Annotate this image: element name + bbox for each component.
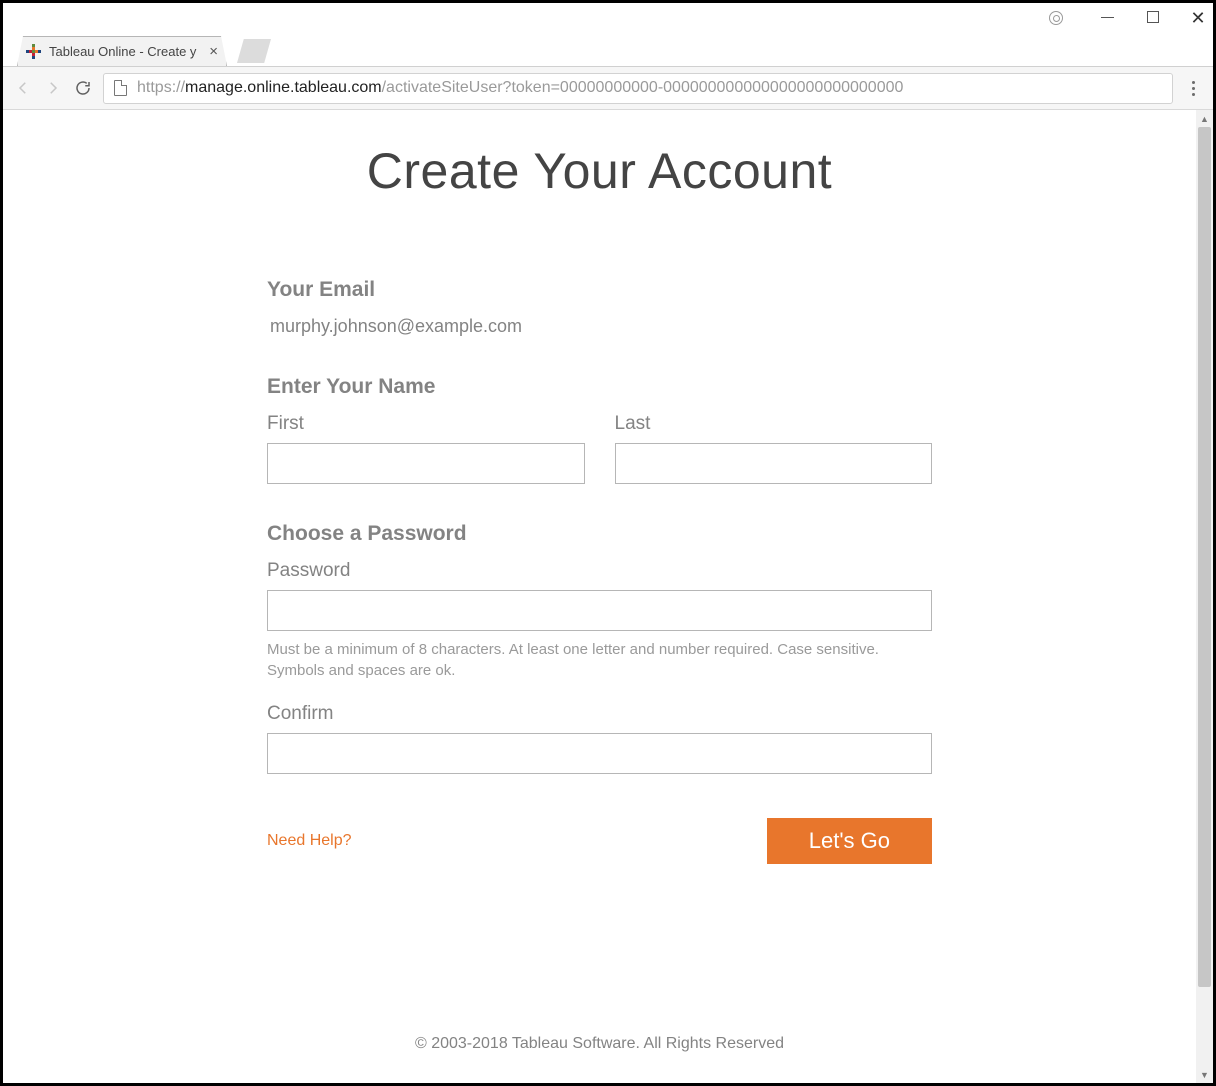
last-name-input[interactable] bbox=[615, 443, 933, 484]
tab-title: Tableau Online - Create y bbox=[49, 44, 202, 59]
tab-close-icon[interactable]: × bbox=[209, 43, 218, 60]
url-path: /activateSiteUser?token=00000000000-0000… bbox=[382, 79, 904, 96]
forward-button[interactable] bbox=[43, 78, 63, 98]
page-content: Create Your Account Your Email murphy.jo… bbox=[3, 110, 1196, 1083]
browser-tab[interactable]: Tableau Online - Create y × bbox=[17, 36, 227, 66]
first-name-label: First bbox=[267, 413, 585, 435]
first-name-input[interactable] bbox=[267, 443, 585, 484]
page-icon bbox=[114, 80, 127, 96]
name-heading: Enter Your Name bbox=[267, 375, 932, 399]
last-name-label: Last bbox=[615, 413, 933, 435]
confirm-password-input[interactable] bbox=[267, 733, 932, 774]
tableau-favicon-icon bbox=[26, 44, 42, 60]
confirm-label: Confirm bbox=[267, 703, 932, 725]
browser-toolbar: https://manage.online.tableau.com/activa… bbox=[3, 66, 1213, 110]
minimize-button[interactable] bbox=[1101, 11, 1115, 25]
password-label: Password bbox=[267, 560, 932, 582]
signup-form: Your Email murphy.johnson@example.com En… bbox=[267, 278, 932, 864]
tab-strip: Tableau Online - Create y × bbox=[3, 30, 1213, 66]
maximize-button[interactable] bbox=[1147, 11, 1159, 23]
email-heading: Your Email bbox=[267, 278, 932, 302]
submit-button[interactable]: Let's Go bbox=[767, 818, 932, 864]
back-button[interactable] bbox=[13, 78, 33, 98]
url-host: manage.online.tableau.com bbox=[185, 79, 382, 96]
reload-button[interactable] bbox=[73, 78, 93, 98]
scroll-down-arrow-icon[interactable]: ▼ bbox=[1196, 1066, 1213, 1083]
browser-menu-button[interactable] bbox=[1183, 78, 1203, 98]
scroll-thumb[interactable] bbox=[1198, 127, 1211, 987]
vertical-scrollbar[interactable]: ▲ ▼ bbox=[1196, 110, 1213, 1083]
url-text: https://manage.online.tableau.com/activa… bbox=[137, 79, 903, 97]
footer-text: © 2003-2018 Tableau Software. All Rights… bbox=[3, 1035, 1196, 1053]
url-protocol: https:// bbox=[137, 79, 185, 96]
window-close-button[interactable]: ✕ bbox=[1191, 11, 1205, 25]
need-help-link[interactable]: Need Help? bbox=[267, 832, 352, 850]
page-title: Create Your Account bbox=[3, 142, 1196, 200]
scroll-up-arrow-icon[interactable]: ▲ bbox=[1196, 110, 1213, 127]
record-icon[interactable] bbox=[1049, 11, 1063, 25]
password-heading: Choose a Password bbox=[267, 522, 932, 546]
password-input[interactable] bbox=[267, 590, 932, 631]
password-help-text: Must be a minimum of 8 characters. At le… bbox=[267, 639, 932, 681]
new-tab-button[interactable] bbox=[237, 39, 271, 63]
email-value: murphy.johnson@example.com bbox=[270, 316, 932, 337]
address-bar[interactable]: https://manage.online.tableau.com/activa… bbox=[103, 73, 1173, 104]
